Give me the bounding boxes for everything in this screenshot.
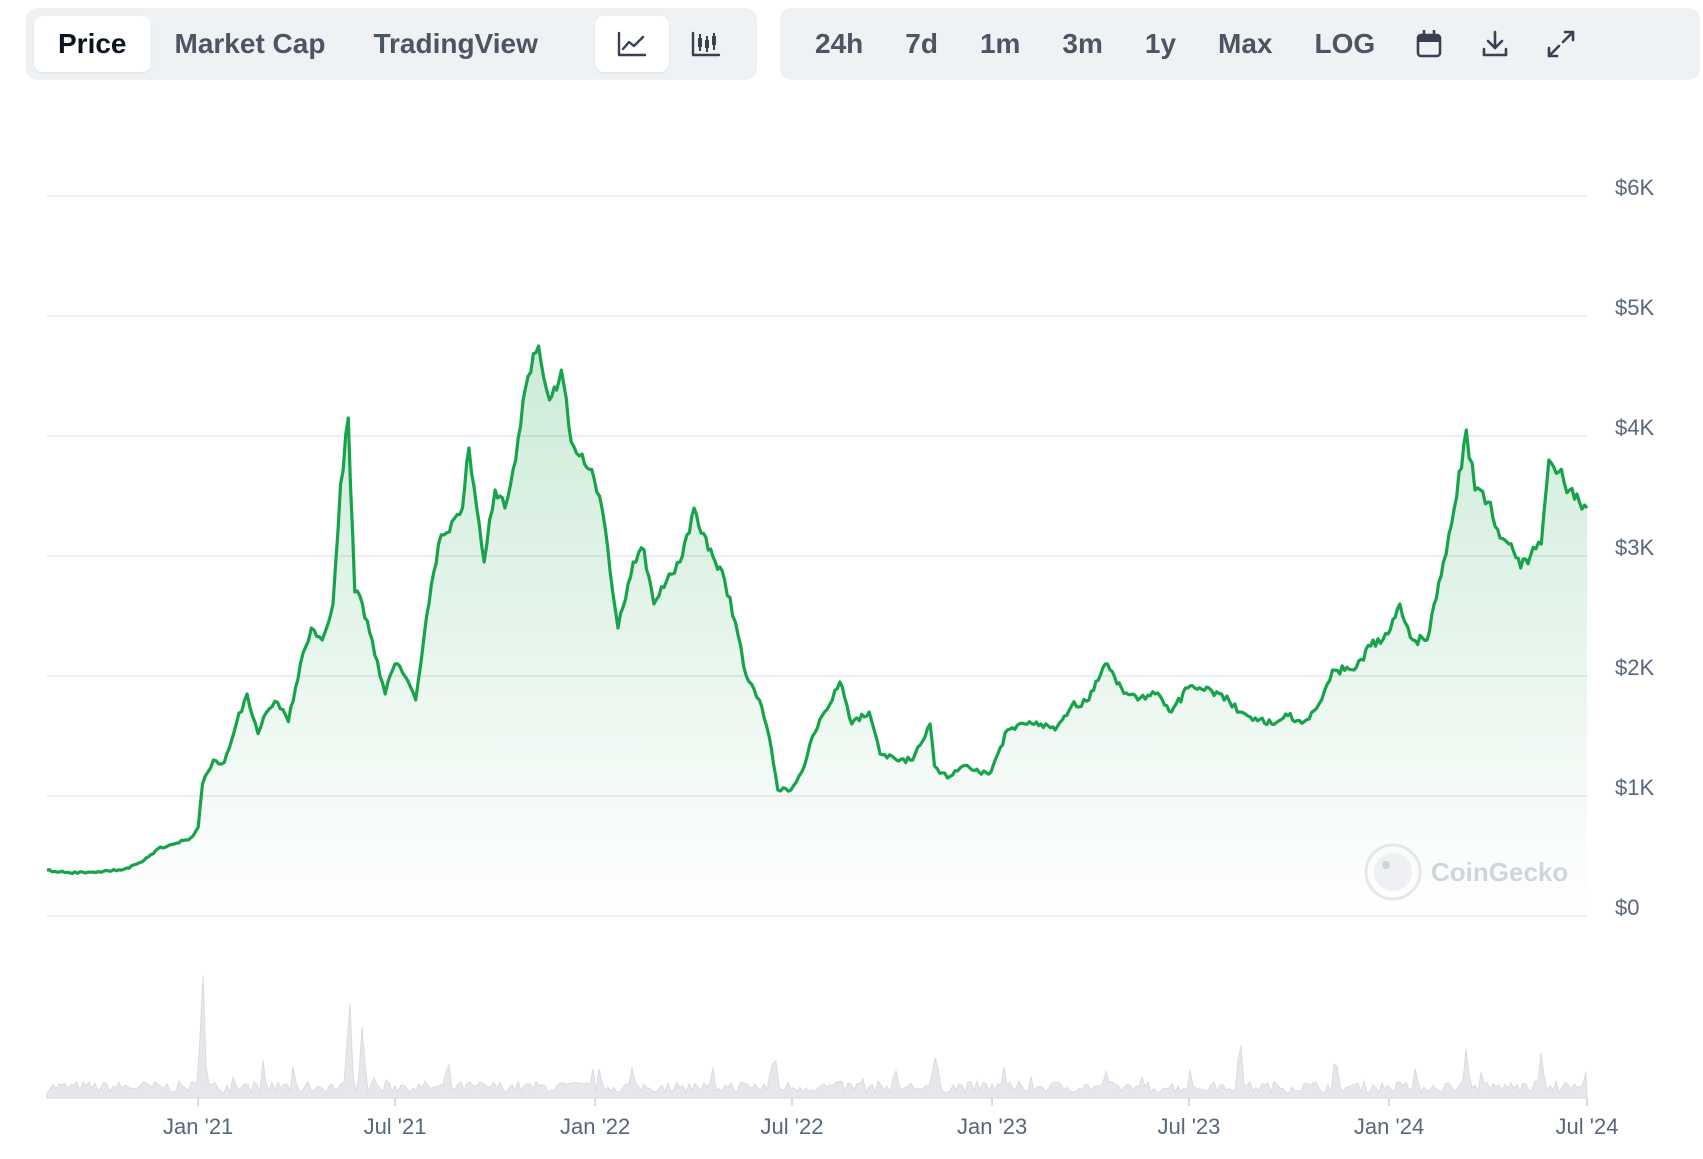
x-tick-label: Jan '21: [163, 1114, 233, 1139]
x-tick-label: Jan '24: [1354, 1114, 1424, 1139]
y-tick-label: $2K: [1615, 655, 1654, 680]
y-tick-label: $1K: [1615, 775, 1654, 800]
volume-area: [46, 975, 1588, 1099]
y-tick-label: $5K: [1615, 295, 1654, 320]
x-tick-label: Jul '21: [364, 1114, 427, 1139]
x-tick-label: Jan '22: [560, 1114, 630, 1139]
y-tick-label: $6K: [1615, 175, 1654, 200]
y-tick-label: $0: [1615, 895, 1639, 920]
price-area-fill: [47, 346, 1587, 916]
x-tick-label: Jul '24: [1556, 1114, 1619, 1139]
volume-bars: [46, 975, 1588, 1099]
x-axis-ticks: Jan '21 Jul '21 Jan '22 Jul '22 Jan '23 Jul '…: [163, 1098, 1618, 1139]
x-tick-label: Jan '23: [957, 1114, 1027, 1139]
y-tick-label: $3K: [1615, 535, 1654, 560]
watermark-brand: CoinGecko: [1431, 857, 1568, 887]
price-chart[interactable]: CoinGecko $0 $1K $2K $3K $4K $5K $6K Jan '21 Ju…: [0, 0, 1703, 1159]
price-area: [46, 344, 1589, 916]
x-tick-label: Jul '22: [761, 1114, 824, 1139]
x-tick-label: Jul '23: [1157, 1114, 1220, 1139]
y-tick-label: $4K: [1615, 415, 1654, 440]
y-axis-ticks: $0 $1K $2K $3K $4K $5K $6K: [1615, 175, 1654, 920]
